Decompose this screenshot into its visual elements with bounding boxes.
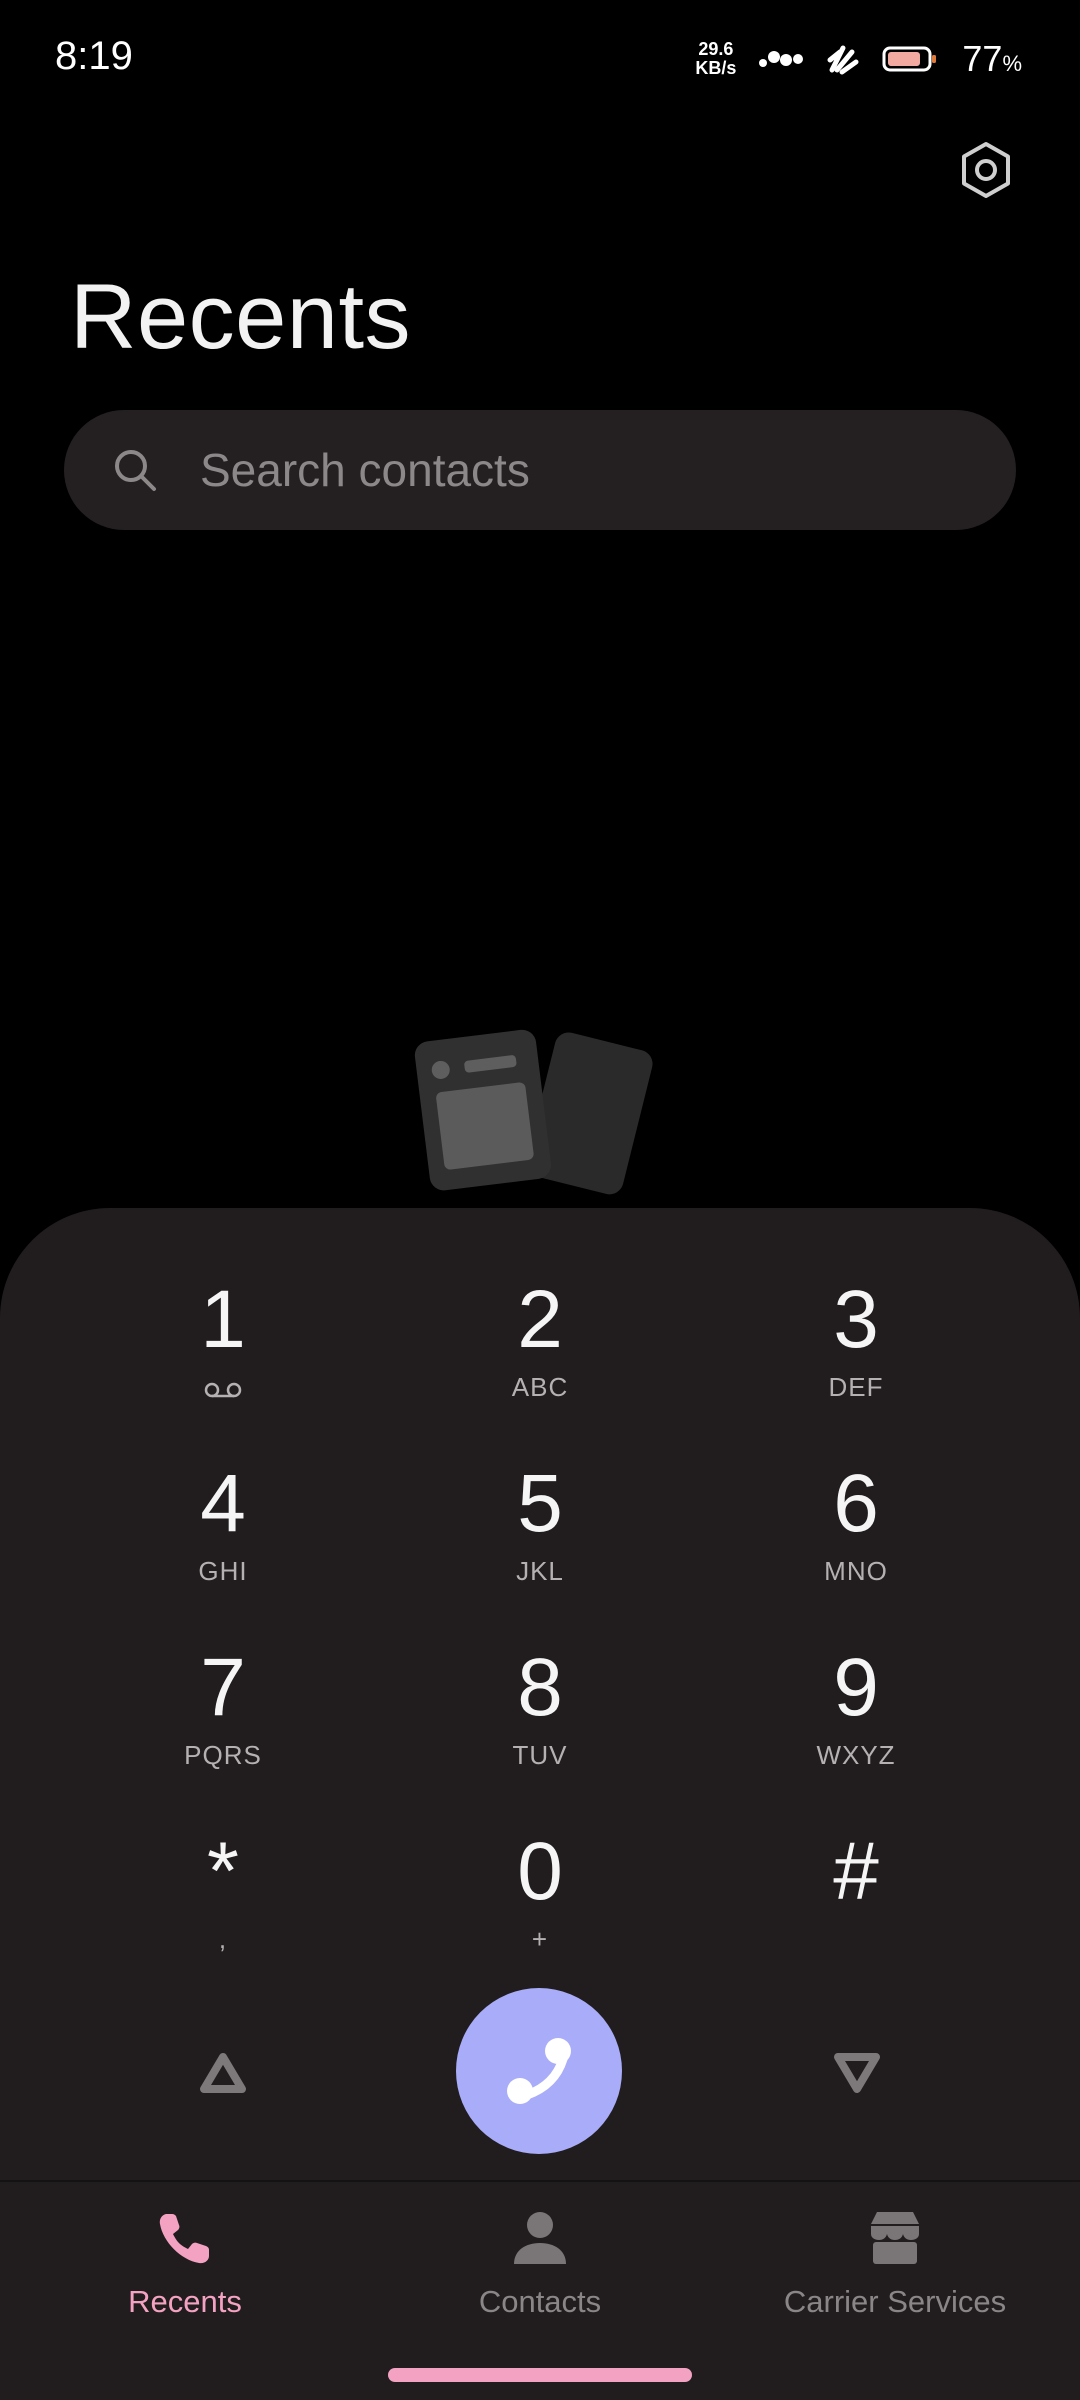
- settings-hexagon-icon: [962, 142, 1010, 198]
- key-letters: TUV: [512, 1740, 568, 1770]
- key-digit: 9: [833, 1642, 879, 1733]
- signal-icon: [759, 51, 804, 67]
- key-hash[interactable]: #: [736, 1820, 976, 1990]
- nav-recents[interactable]: Recents: [80, 2206, 290, 2320]
- key-5[interactable]: 5 JKL: [420, 1452, 660, 1622]
- nav-label-contacts: Contacts: [478, 2284, 602, 2319]
- empty-recents-illustration: [414, 1029, 653, 1195]
- key-digit: 0: [517, 1826, 563, 1917]
- wifi-icon: [827, 45, 859, 75]
- key-digit: 8: [517, 1642, 563, 1733]
- key-letters: ,: [218, 1924, 228, 1954]
- key-0[interactable]: 0 +: [420, 1820, 660, 1990]
- home-indicator[interactable]: [388, 2368, 692, 2382]
- dialpad: 1 2 ABC 3 DEF 4 GHI 5 JKL 6 MNO 7 PQRS 8…: [0, 1208, 1080, 2180]
- dialer-screen: 8:19 29.6 KB/s 77% Recents Search contac…: [0, 0, 1080, 2400]
- nav-carrier-services[interactable]: Carrier Services: [775, 2206, 1015, 2320]
- status-bar: 8:19 29.6 KB/s 77%: [0, 0, 1080, 110]
- key-letters: ABC: [511, 1372, 569, 1402]
- battery-percent-value: 77: [962, 38, 1003, 79]
- key-letters: JKL: [516, 1556, 564, 1586]
- dialpad-action-row: [0, 1988, 1080, 2158]
- page-title: Recents: [70, 266, 411, 368]
- key-letters: WXYZ: [816, 1740, 896, 1770]
- person-icon: [514, 2212, 566, 2264]
- triangle-down-icon: [834, 2053, 880, 2093]
- key-8[interactable]: 8 TUV: [420, 1636, 660, 1806]
- key-letters: MNO: [824, 1556, 888, 1586]
- battery-percent: 77%: [962, 38, 1022, 80]
- battery-percent-sign: %: [1002, 51, 1022, 76]
- key-digit: 4: [200, 1458, 246, 1549]
- collapse-dialpad-button[interactable]: [183, 2033, 263, 2113]
- search-bar[interactable]: Search contacts: [64, 410, 1016, 530]
- store-icon: [871, 2212, 919, 2264]
- phone-icon: [159, 2214, 209, 2264]
- triangle-up-icon: [200, 2053, 246, 2093]
- status-icons: 29.6 KB/s 77%: [695, 38, 1022, 80]
- key-6[interactable]: 6 MNO: [736, 1452, 976, 1622]
- status-time: 8:19: [55, 34, 133, 78]
- battery-icon: [882, 46, 937, 72]
- nav-label-recents: Recents: [128, 2284, 242, 2319]
- settings-button[interactable]: [956, 140, 1016, 200]
- call-button[interactable]: [456, 1988, 622, 2154]
- network-speed-unit: KB/s: [695, 58, 737, 78]
- nav-contacts[interactable]: Contacts: [430, 2206, 650, 2320]
- key-digit: 2: [517, 1274, 563, 1365]
- key-digit: 3: [833, 1274, 879, 1365]
- key-digit: *: [207, 1826, 239, 1917]
- phone-call-icon: [507, 2038, 571, 2104]
- key-letters: GHI: [198, 1556, 248, 1586]
- voicemail-icon: [204, 1382, 242, 1398]
- key-letters: DEF: [828, 1372, 884, 1402]
- key-digit: 6: [833, 1458, 879, 1549]
- search-icon: [115, 450, 156, 491]
- key-digit: #: [833, 1826, 879, 1917]
- key-letters: PQRS: [184, 1740, 262, 1770]
- key-2[interactable]: 2 ABC: [420, 1268, 660, 1438]
- nav-label-carrier-services: Carrier Services: [783, 2284, 1007, 2319]
- key-letters: +: [531, 1924, 549, 1954]
- key-4[interactable]: 4 GHI: [103, 1452, 343, 1622]
- key-digit: 1: [200, 1274, 246, 1365]
- network-speed-value: 29.6: [698, 39, 734, 59]
- key-digit: 5: [517, 1458, 563, 1549]
- key-9[interactable]: 9 WXYZ: [736, 1636, 976, 1806]
- search-placeholder: Search contacts: [200, 444, 530, 496]
- dual-sim-switch-button[interactable]: [817, 2033, 897, 2113]
- key-star[interactable]: * ,: [103, 1820, 343, 1990]
- key-1[interactable]: 1: [103, 1268, 343, 1438]
- key-3[interactable]: 3 DEF: [736, 1268, 976, 1438]
- bottom-navigation: Recents Contacts Carrier Services: [0, 2180, 1080, 2400]
- network-speed: 29.6 KB/s: [695, 40, 736, 78]
- key-digit: 7: [200, 1642, 246, 1733]
- key-7[interactable]: 7 PQRS: [103, 1636, 343, 1806]
